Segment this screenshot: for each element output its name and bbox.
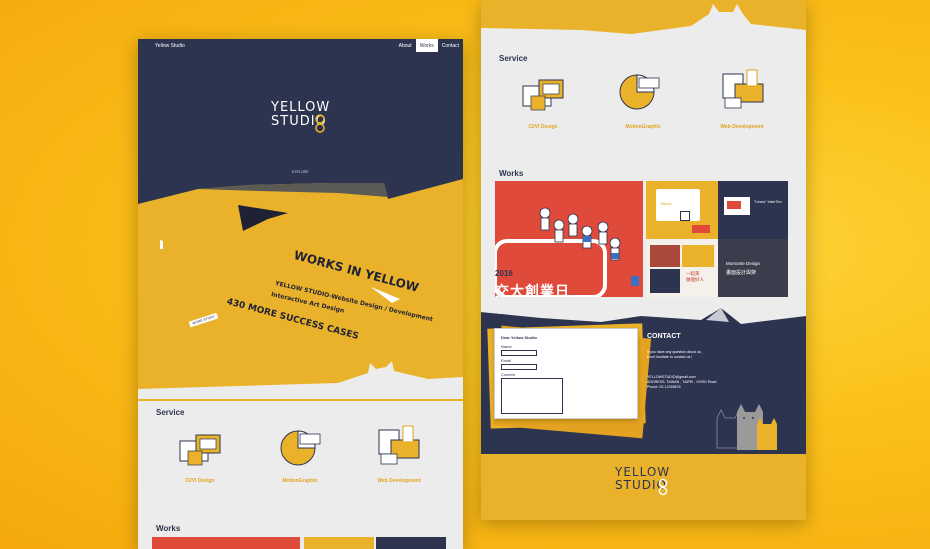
- tile-lines-caption: "Lines" InterTec: [754, 199, 782, 204]
- works-title: Works: [499, 169, 524, 178]
- name-label: Name: [501, 344, 512, 349]
- work-tile[interactable]: [152, 537, 300, 549]
- tile-yellow-caption: Yellow: [660, 201, 672, 206]
- top-navbar: Yellow Studio About Works Contact: [138, 39, 463, 52]
- service-title: Service: [156, 408, 185, 417]
- tile-title-cjk: 交大創業日: [495, 283, 570, 297]
- nav-works[interactable]: Works: [415, 39, 438, 52]
- nav-contact[interactable]: Contact: [438, 39, 463, 52]
- contact-title: CONTACT: [647, 333, 681, 340]
- nav-links: About Works Contact: [395, 39, 463, 52]
- figures-illustration: [495, 207, 639, 297]
- work-tile-startup[interactable]: 2016 交大創業日: [495, 181, 643, 297]
- right-page-mockup: Service CI/VI Design MotionGraphic Web D…: [481, 0, 806, 520]
- pie-chart-icon: [619, 74, 660, 110]
- service-label-ci[interactable]: CI/VI Design: [508, 124, 578, 130]
- pie-chart-icon: [280, 430, 321, 466]
- work-tile[interactable]: [376, 537, 446, 549]
- works-title: Works: [156, 524, 181, 533]
- footer-logo-link-icon: [658, 478, 668, 496]
- contact-phone: Phone: 02-12345678: [647, 385, 681, 389]
- tile-momonte-subcaption: 畫面設計與架: [726, 270, 757, 276]
- service-label-web[interactable]: Web Development: [364, 478, 434, 484]
- email-label: Email: [501, 358, 512, 363]
- work-tile-yellow[interactable]: Yellow: [646, 181, 718, 239]
- contact-form-card: Dear Yellow Studio Name Email Content: [494, 328, 638, 419]
- tile-good-person-caption: 一起來 做個好人: [686, 271, 704, 282]
- service-title: Service: [499, 54, 528, 63]
- left-page-mockup: Yellow Studio About Works Contact YELLOW…: [138, 39, 463, 549]
- cat-divider-shape: [138, 361, 463, 399]
- service-label-web[interactable]: Web Development: [707, 124, 777, 130]
- logo-link-icon: [315, 114, 325, 133]
- work-tile-lines[interactable]: "Lines" InterTec: [718, 181, 788, 239]
- work-tile-good-person[interactable]: 一起來 做個好人: [646, 239, 718, 297]
- content-label: Content: [501, 372, 516, 377]
- contact-intro-2: Don't hesitate to contact us !: [647, 355, 693, 359]
- design-board-icon: [179, 434, 221, 466]
- top-cat-divider: [481, 0, 806, 34]
- service-label-motion[interactable]: MotionGraphic: [265, 478, 335, 484]
- content-field[interactable]: [501, 378, 563, 414]
- name-field[interactable]: [501, 350, 537, 356]
- service-label-ci[interactable]: CI/VI Design: [165, 478, 235, 484]
- design-board-icon: [522, 79, 564, 111]
- work-tile-momonte[interactable]: Momonte Design 畫面設計與架: [718, 239, 788, 297]
- brand-name[interactable]: Yellow Studio: [155, 43, 185, 49]
- email-field[interactable]: [501, 364, 537, 370]
- devices-icon: [722, 69, 764, 109]
- form-title: Dear Yellow Studio: [501, 335, 537, 340]
- cats-illustration: [716, 404, 777, 450]
- devices-icon: [378, 425, 420, 465]
- work-tile[interactable]: [304, 537, 374, 549]
- tile-year: 2016: [495, 269, 513, 278]
- explore-link[interactable]: EXPLORE: [292, 170, 309, 174]
- nav-about[interactable]: About: [395, 39, 416, 52]
- tile-momonte-caption: Momonte Design: [726, 261, 761, 266]
- service-label-motion[interactable]: MotionGraphic: [608, 124, 678, 130]
